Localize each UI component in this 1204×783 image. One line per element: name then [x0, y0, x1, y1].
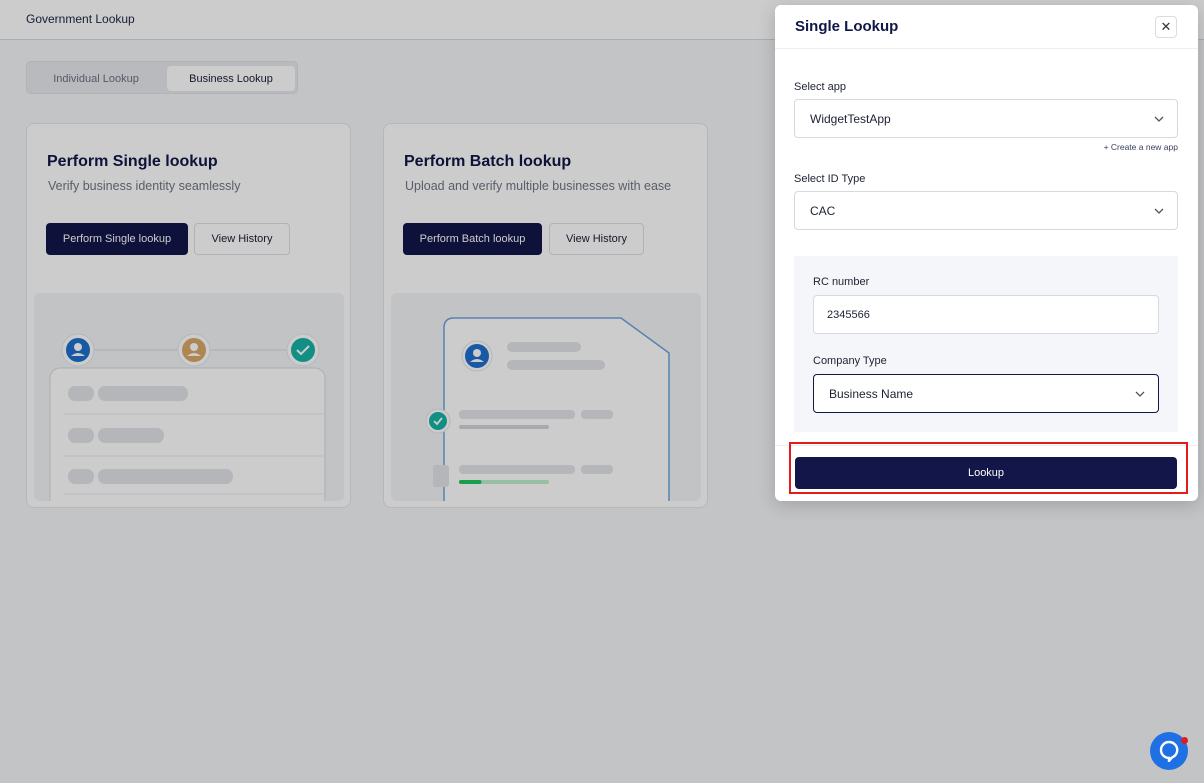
company-type-dropdown[interactable]: Business Name — [813, 374, 1159, 413]
rc-number-label: RC number — [813, 276, 870, 288]
rc-number-value: 2345566 — [827, 309, 870, 321]
chevron-down-icon — [1154, 208, 1164, 214]
select-id-type-dropdown[interactable]: CAC — [794, 191, 1178, 230]
chat-icon — [1159, 740, 1179, 762]
notification-dot — [1181, 737, 1188, 744]
select-id-type-value: CAC — [810, 204, 836, 218]
rc-number-input[interactable]: 2345566 — [813, 295, 1159, 334]
company-type-label: Company Type — [813, 355, 887, 367]
highlight-box — [789, 442, 1188, 494]
company-type-value: Business Name — [829, 387, 914, 401]
business-details-section: RC number 2345566 Company Type Business … — [794, 256, 1178, 432]
select-app-dropdown[interactable]: WidgetTestApp — [794, 99, 1178, 138]
select-id-type-label: Select ID Type — [794, 173, 866, 185]
chevron-down-icon — [1135, 391, 1145, 397]
single-lookup-modal: Single Lookup ✕ Select app WidgetTestApp… — [775, 5, 1198, 501]
select-app-label: Select app — [794, 81, 846, 93]
close-icon: ✕ — [1160, 19, 1172, 34]
close-button[interactable]: ✕ — [1155, 16, 1177, 38]
modal-header: Single Lookup ✕ — [775, 5, 1198, 49]
create-new-app-link[interactable]: + Create a new app — [1104, 142, 1178, 152]
chevron-down-icon — [1154, 116, 1164, 122]
select-app-value: WidgetTestApp — [810, 112, 891, 126]
modal-title: Single Lookup — [795, 18, 899, 35]
